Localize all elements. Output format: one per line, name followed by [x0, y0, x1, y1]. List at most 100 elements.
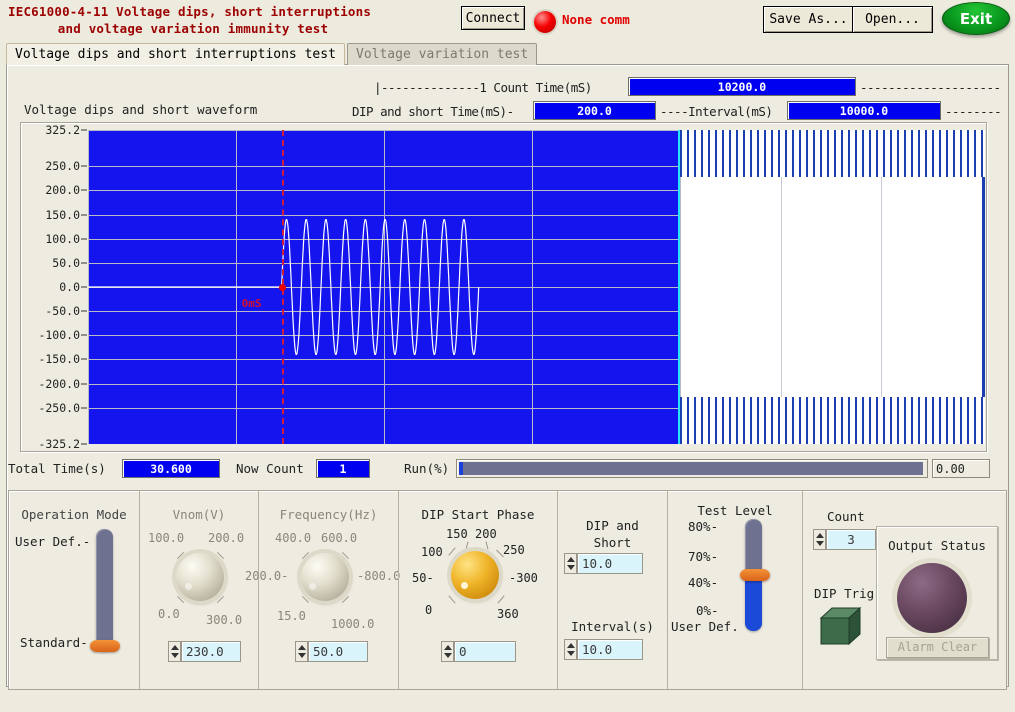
chart-y-tick-label: -250.0: [38, 400, 80, 415]
vnom-stepper-up-icon[interactable]: [171, 645, 179, 650]
comm-status-label: None comm: [562, 12, 630, 27]
dip-start-phase-stepper-up-icon[interactable]: [444, 645, 452, 650]
dip-and-short-stepper-up-icon[interactable]: [567, 557, 575, 562]
dip-phase-scale-360: 360: [497, 607, 519, 621]
dip-trig-label: DIP Trig: [814, 586, 875, 601]
interval-seconds-title: Interval(s): [571, 619, 654, 634]
interval-seconds-stepper-up-icon[interactable]: [567, 643, 575, 648]
connect-button[interactable]: Connect: [461, 6, 525, 30]
dip-and-short-value[interactable]: 10.0: [577, 553, 643, 574]
vnom-scale-0: 0.0: [158, 607, 180, 621]
output-status-title: Output Status: [888, 538, 986, 553]
frequency-tick-2: [341, 551, 350, 560]
vnom-title: Vnom(V): [172, 507, 226, 522]
test-level-slider-thumb[interactable]: [740, 569, 770, 581]
chart-plot-area[interactable]: 0mS: [88, 130, 985, 444]
chart-y-tick-mark: [81, 443, 87, 445]
count-stepper-down-icon[interactable]: [816, 541, 824, 546]
interval-seconds-value[interactable]: 10.0: [577, 639, 643, 660]
dip-phase-tick-5: [448, 595, 456, 604]
chart-y-tick-mark: [81, 238, 87, 240]
vnom-stepper[interactable]: [168, 641, 181, 662]
total-time-value: 30.600: [122, 459, 220, 478]
chart-y-tick-mark: [81, 334, 87, 336]
operation-mode-slider-thumb[interactable]: [90, 640, 120, 652]
chart-cursor-marker[interactable]: [278, 284, 286, 291]
frequency-stepper[interactable]: [295, 641, 308, 662]
alarm-clear-button[interactable]: Alarm Clear: [886, 637, 989, 658]
frequency-value[interactable]: 50.0: [308, 641, 368, 662]
save-as-button[interactable]: Save As...: [763, 6, 854, 33]
chart-y-axis: 325.2 250.0 200.0 150.0 100.0 50.0 0.0 -50.0 -10…: [20, 123, 88, 451]
frequency-scale-15: 15.0: [277, 609, 306, 623]
run-percent-label: Run(%): [404, 461, 450, 476]
dip-and-short-time-value[interactable]: 200.0: [533, 101, 656, 120]
chart-y-tick-mark: [81, 262, 87, 264]
frequency-scale-200: 200.0-: [245, 569, 289, 583]
test-level-slider[interactable]: [740, 519, 770, 631]
chart-y-tick-label: 200.0: [45, 183, 80, 198]
interval-trailing-dashes: --------: [945, 104, 1002, 119]
count-value[interactable]: 3: [826, 529, 876, 550]
dip-phase-scale-100: 100: [421, 545, 443, 559]
chart-y-tick-label: -50.0: [45, 304, 80, 319]
interval-seconds-stepper[interactable]: [564, 639, 577, 660]
test-level-title: Test Level: [697, 503, 773, 518]
test-level-tick-40: 40%-: [688, 575, 719, 590]
exit-button[interactable]: Exit: [942, 2, 1010, 35]
interval-seconds-stepper-down-icon[interactable]: [567, 651, 575, 656]
dip-start-phase-stepper[interactable]: [441, 641, 454, 662]
run-progress-track: [463, 462, 923, 475]
dip-and-short-stepper[interactable]: [564, 553, 577, 574]
operation-mode-user-def-label: User Def.-: [15, 534, 91, 549]
page-title-line2: and voltage variation immunity test: [57, 21, 329, 36]
dip-start-phase-cell: DIP Start Phase 150 200 100 250 50- -300…: [398, 491, 557, 689]
vnom-value[interactable]: 230.0: [181, 641, 241, 662]
run-progress-bar: [456, 459, 928, 478]
dip-phase-tick-6: [497, 595, 505, 604]
vnom-tick-4: [216, 595, 225, 604]
dip-start-phase-value[interactable]: 0: [454, 641, 516, 662]
dip-phase-scale-50: 50-: [412, 571, 434, 585]
total-time-label: Total Time(s): [8, 461, 106, 476]
tab-voltage-dips-and-short-interruptions-test[interactable]: Voltage dips and short interruptions tes…: [6, 43, 345, 65]
now-count-label: Now Count: [236, 461, 304, 476]
vnom-tick-3: [176, 595, 185, 604]
count-title: Count: [827, 509, 865, 524]
open-button[interactable]: Open...: [852, 6, 933, 33]
dip-and-short-title-line2: Short: [593, 535, 632, 550]
chart-y-tick-label: 100.0: [45, 231, 80, 246]
tab-bar: Voltage dips and short interruptions tes…: [6, 43, 1009, 65]
page-title: IEC61000-4-11 Voltage dips, short interr…: [8, 3, 448, 37]
interval-time-value[interactable]: 10000.0: [787, 101, 941, 120]
waveform-caption: Voltage dips and short waveform: [24, 102, 258, 117]
frequency-stepper-up-icon[interactable]: [298, 645, 306, 650]
frequency-knob[interactable]: [301, 553, 349, 601]
vnom-stepper-down-icon[interactable]: [171, 653, 179, 658]
dip-phase-tick-1: [448, 547, 456, 556]
test-level-tick-70: 70%-: [688, 549, 719, 564]
dip-and-short-stepper-down-icon[interactable]: [567, 565, 575, 570]
chart-y-tick-label: -150.0: [38, 352, 80, 367]
dip-phase-scale-150: 150: [446, 527, 468, 541]
test-level-slider-fill: [745, 575, 762, 631]
count-time-row: |--------------1 Count Time(mS) --------…: [0, 78, 1015, 97]
dip-start-phase-knob[interactable]: [451, 551, 499, 599]
vnom-scale-300: 300.0: [206, 613, 243, 627]
dip-trig-button[interactable]: [819, 606, 863, 646]
run-progress-value: 0.00: [932, 459, 990, 478]
frequency-stepper-down-icon[interactable]: [298, 653, 306, 658]
dip-start-phase-stepper-down-icon[interactable]: [444, 653, 452, 658]
vnom-knob[interactable]: [176, 553, 224, 601]
dip-phase-tick-2: [465, 541, 469, 550]
count-stepper[interactable]: [813, 529, 826, 550]
chart-y-tick-mark: [81, 214, 87, 216]
dip-phase-scale-300: -300: [509, 571, 538, 585]
vnom-tick-2: [216, 551, 225, 560]
tab-voltage-variation-test[interactable]: Voltage variation test: [347, 43, 538, 65]
vnom-tick-1: [176, 551, 185, 560]
count-time-value[interactable]: 10200.0: [628, 77, 856, 96]
frequency-knob-indicator: [309, 583, 316, 590]
operation-mode-slider[interactable]: [90, 529, 120, 652]
count-stepper-up-icon[interactable]: [816, 533, 824, 538]
